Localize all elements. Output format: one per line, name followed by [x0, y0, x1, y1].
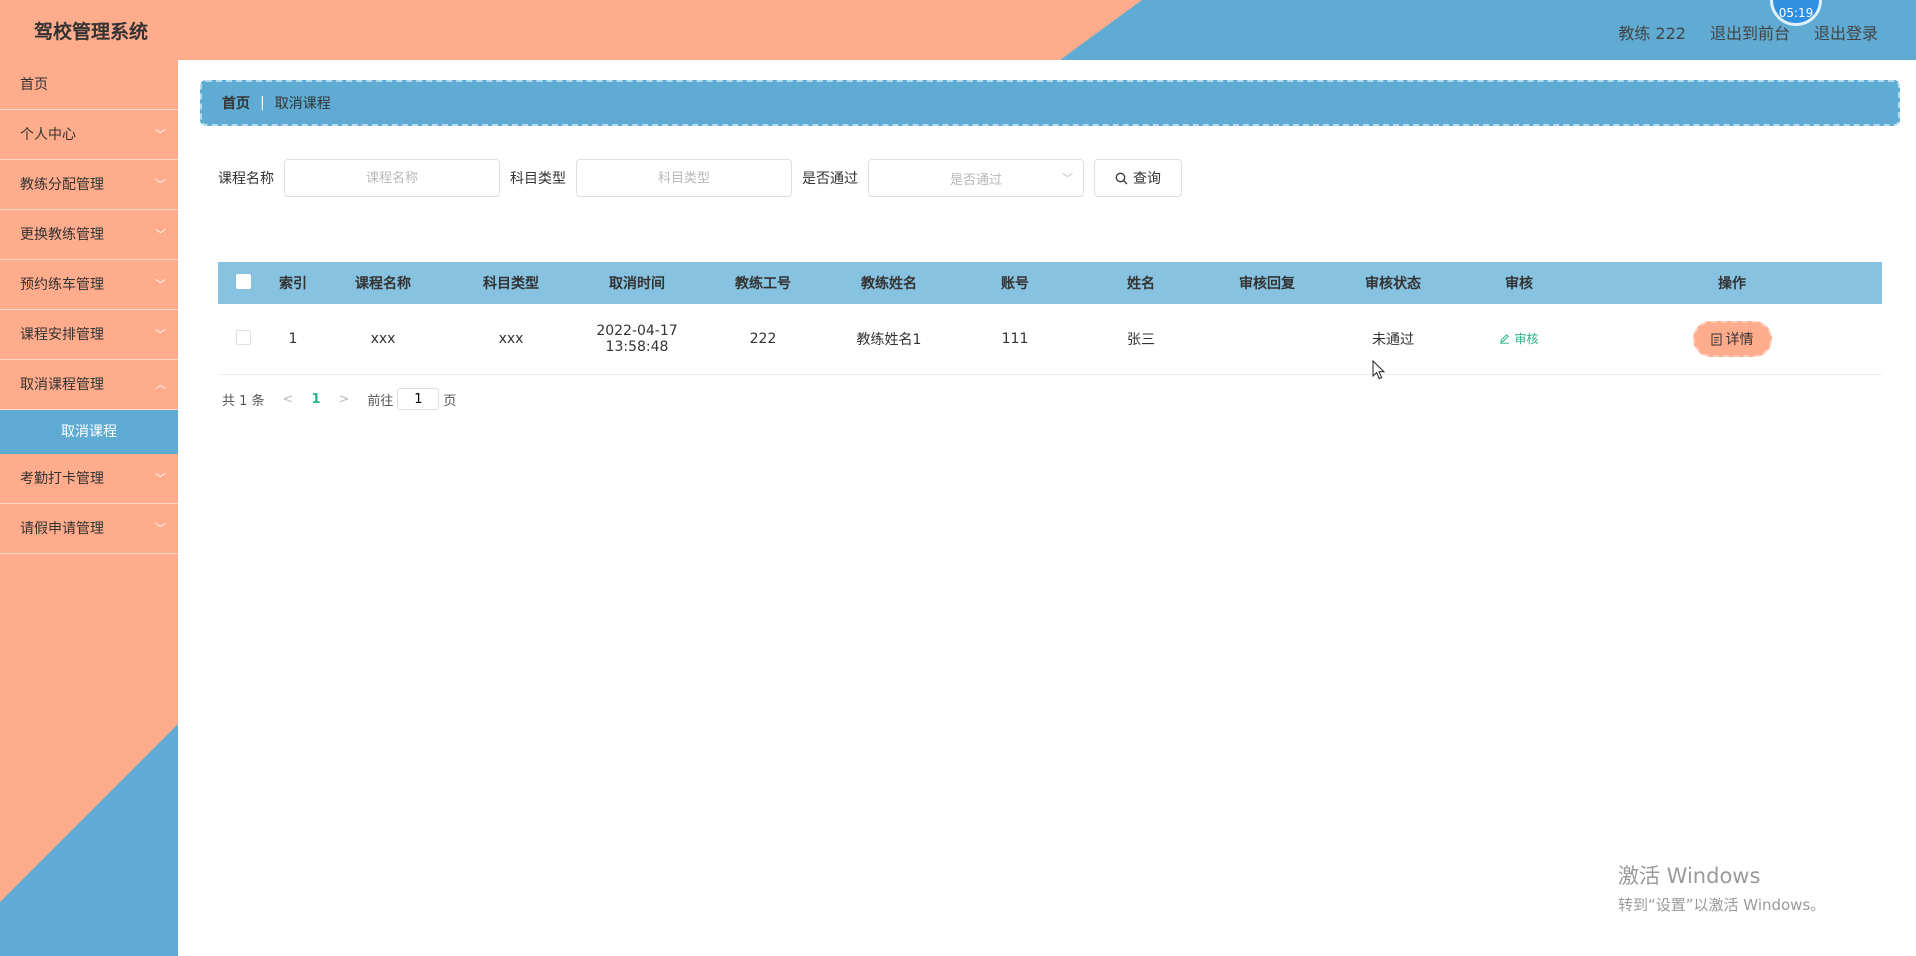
- prev-page-icon[interactable]: <: [283, 392, 294, 407]
- sidebar-item-label: 教练分配管理: [20, 177, 104, 193]
- page-suffix: 页: [443, 393, 457, 409]
- chevron-down-icon: ﹀: [155, 328, 166, 341]
- cell-subject: xxx: [498, 331, 524, 347]
- chevron-down-icon: ﹀: [155, 472, 166, 485]
- chevron-up-icon: ︿: [155, 378, 166, 391]
- cell-course: xxx: [370, 331, 396, 347]
- sidebar-item-label: 取消课程管理: [20, 377, 104, 393]
- current-user: 教练 222: [1618, 24, 1686, 43]
- column-header: 操作: [1718, 276, 1746, 292]
- next-page-icon[interactable]: >: [339, 392, 350, 407]
- sidebar-item-schedule[interactable]: 课程安排管理 ﹀: [0, 310, 178, 360]
- document-icon: [1711, 333, 1721, 345]
- search-icon: [1115, 172, 1128, 184]
- cell-account: 111: [1001, 331, 1029, 347]
- column-header: 索引: [279, 276, 307, 292]
- sidebar-item-coach-assign[interactable]: 教练分配管理 ﹀: [0, 160, 178, 210]
- sidebar-item-booking[interactable]: 预约练车管理 ﹀: [0, 260, 178, 310]
- cell-cancel-time: 2022-04-17 13:58:48: [596, 323, 678, 355]
- sidebar-item-label: 考勤打卡管理: [20, 471, 104, 487]
- goto-page-input[interactable]: [397, 388, 440, 410]
- table-header: 索引 课程名称 科目类型 取消时间 教练工号 教练姓名 账号 姓名 审核回复 审…: [218, 262, 1882, 304]
- detail-label: 详情: [1725, 332, 1754, 348]
- search-button-label: 查询: [1133, 171, 1161, 187]
- chevron-down-icon: ﹀: [155, 522, 166, 535]
- cell-name: 张三: [1127, 332, 1155, 348]
- pass-status-placeholder: 是否通过: [949, 172, 1002, 188]
- cell-index: 1: [288, 331, 298, 347]
- watermark-line-2: 转到“设置”以激活 Windows。: [1618, 896, 1826, 914]
- action-cell: 详情: [1582, 321, 1882, 357]
- sidebar-item-label: 更换教练管理: [20, 227, 104, 243]
- course-name-input[interactable]: [284, 159, 500, 197]
- pagination-total: 共 1 条: [222, 393, 265, 409]
- sidebar-item-label: 个人中心: [20, 127, 76, 143]
- pass-status-select[interactable]: 是否通过 ﹀: [868, 159, 1084, 197]
- column-header: 审核: [1505, 276, 1533, 292]
- chevron-down-icon: ﹀: [155, 278, 166, 291]
- sidebar-item-profile[interactable]: 个人中心 ﹀: [0, 110, 178, 160]
- chevron-down-icon: ﹀: [155, 178, 166, 191]
- chevron-down-icon: ﹀: [155, 228, 166, 241]
- edit-icon: [1500, 334, 1510, 344]
- breadcrumb-separator: |: [260, 95, 265, 111]
- detail-button[interactable]: 详情: [1692, 321, 1772, 357]
- mouse-cursor-icon: [1372, 360, 1386, 380]
- table-row: 1 xxx xxx 2022-04-17 13:58:48 222 教练姓名1 …: [218, 304, 1882, 375]
- watermark-line-1: 激活 Windows: [1618, 864, 1761, 888]
- submenu-item-cancel-course[interactable]: 取消课程: [0, 410, 178, 454]
- column-header: 取消时间: [609, 276, 665, 292]
- row-select-cell: [218, 329, 268, 349]
- search-form: 课程名称 科目类型 是否通过 是否通过 ﹀ 查询: [218, 159, 1182, 197]
- sidebar-item-label: 预约练车管理: [20, 277, 104, 293]
- select-all-checkbox[interactable]: [235, 273, 251, 289]
- header-actions: 教练 222 退出到前台 退出登录: [1618, 20, 1878, 44]
- sidebar: 首页 个人中心 ﹀ 教练分配管理 ﹀ 更换教练管理 ﹀ 预约练车管理 ﹀ 课程安…: [0, 60, 178, 956]
- breadcrumb-home[interactable]: 首页: [222, 93, 250, 113]
- app-title: 驾校管理系统: [34, 21, 149, 43]
- pagination: 共 1 条 < 1 > 前往 页: [222, 388, 456, 410]
- column-header: 科目类型: [483, 276, 539, 292]
- sidebar-item-label: 首页: [20, 77, 48, 93]
- sidebar-item-label: 请假申请管理: [20, 521, 104, 537]
- exit-to-front-link[interactable]: 退出到前台: [1710, 20, 1790, 44]
- windows-activation-watermark: 激活 Windows 转到“设置”以激活 Windows。: [1618, 860, 1825, 915]
- cell-coach-name: 教练姓名1: [856, 332, 922, 348]
- sidebar-item-leave[interactable]: 请假申请管理 ﹀: [0, 504, 178, 554]
- breadcrumb: 首页 | 取消课程: [200, 80, 1900, 126]
- cell-coach-id: 222: [749, 331, 777, 347]
- sidebar-item-cancel-course[interactable]: 取消课程管理 ︿: [0, 360, 178, 410]
- pass-status-label: 是否通过: [802, 171, 858, 187]
- page-jump: 前往 页: [367, 388, 456, 410]
- audit-label: 审核: [1514, 332, 1539, 346]
- audit-link[interactable]: 审核: [1499, 330, 1539, 347]
- audit-cell: 审核: [1456, 330, 1582, 348]
- cancel-course-table: 索引 课程名称 科目类型 取消时间 教练工号 教练姓名 账号 姓名 审核回复 审…: [218, 262, 1882, 375]
- sidebar-item-attendance[interactable]: 考勤打卡管理 ﹀: [0, 454, 178, 504]
- chevron-down-icon: ﹀: [1062, 172, 1073, 185]
- chevron-down-icon: ﹀: [155, 128, 166, 141]
- goto-label: 前往: [367, 393, 394, 409]
- column-header: 审核状态: [1365, 276, 1421, 292]
- column-header: 审核回复: [1239, 276, 1295, 292]
- logout-link[interactable]: 退出登录: [1814, 20, 1878, 44]
- row-checkbox[interactable]: [235, 329, 251, 345]
- cell-status: 未通过: [1372, 332, 1414, 348]
- top-header: 驾校管理系统 教练 222 退出到前台 退出登录: [0, 0, 1916, 60]
- sidebar-item-label: 课程安排管理: [20, 327, 104, 343]
- course-name-label: 课程名称: [218, 171, 274, 187]
- column-header: 姓名: [1127, 276, 1155, 292]
- column-header: 课程名称: [355, 276, 411, 292]
- column-header: 教练姓名: [861, 276, 917, 292]
- select-all-cell: [218, 273, 268, 293]
- sidebar-item-coach-change[interactable]: 更换教练管理 ﹀: [0, 210, 178, 260]
- subject-type-label: 科目类型: [510, 171, 566, 187]
- page-number-current[interactable]: 1: [311, 392, 320, 407]
- column-header: 教练工号: [735, 276, 791, 292]
- breadcrumb-current: 取消课程: [274, 96, 331, 112]
- search-button[interactable]: 查询: [1094, 159, 1182, 197]
- subject-type-input[interactable]: [576, 159, 792, 197]
- column-header: 账号: [1001, 276, 1029, 292]
- sidebar-item-home[interactable]: 首页: [0, 60, 178, 110]
